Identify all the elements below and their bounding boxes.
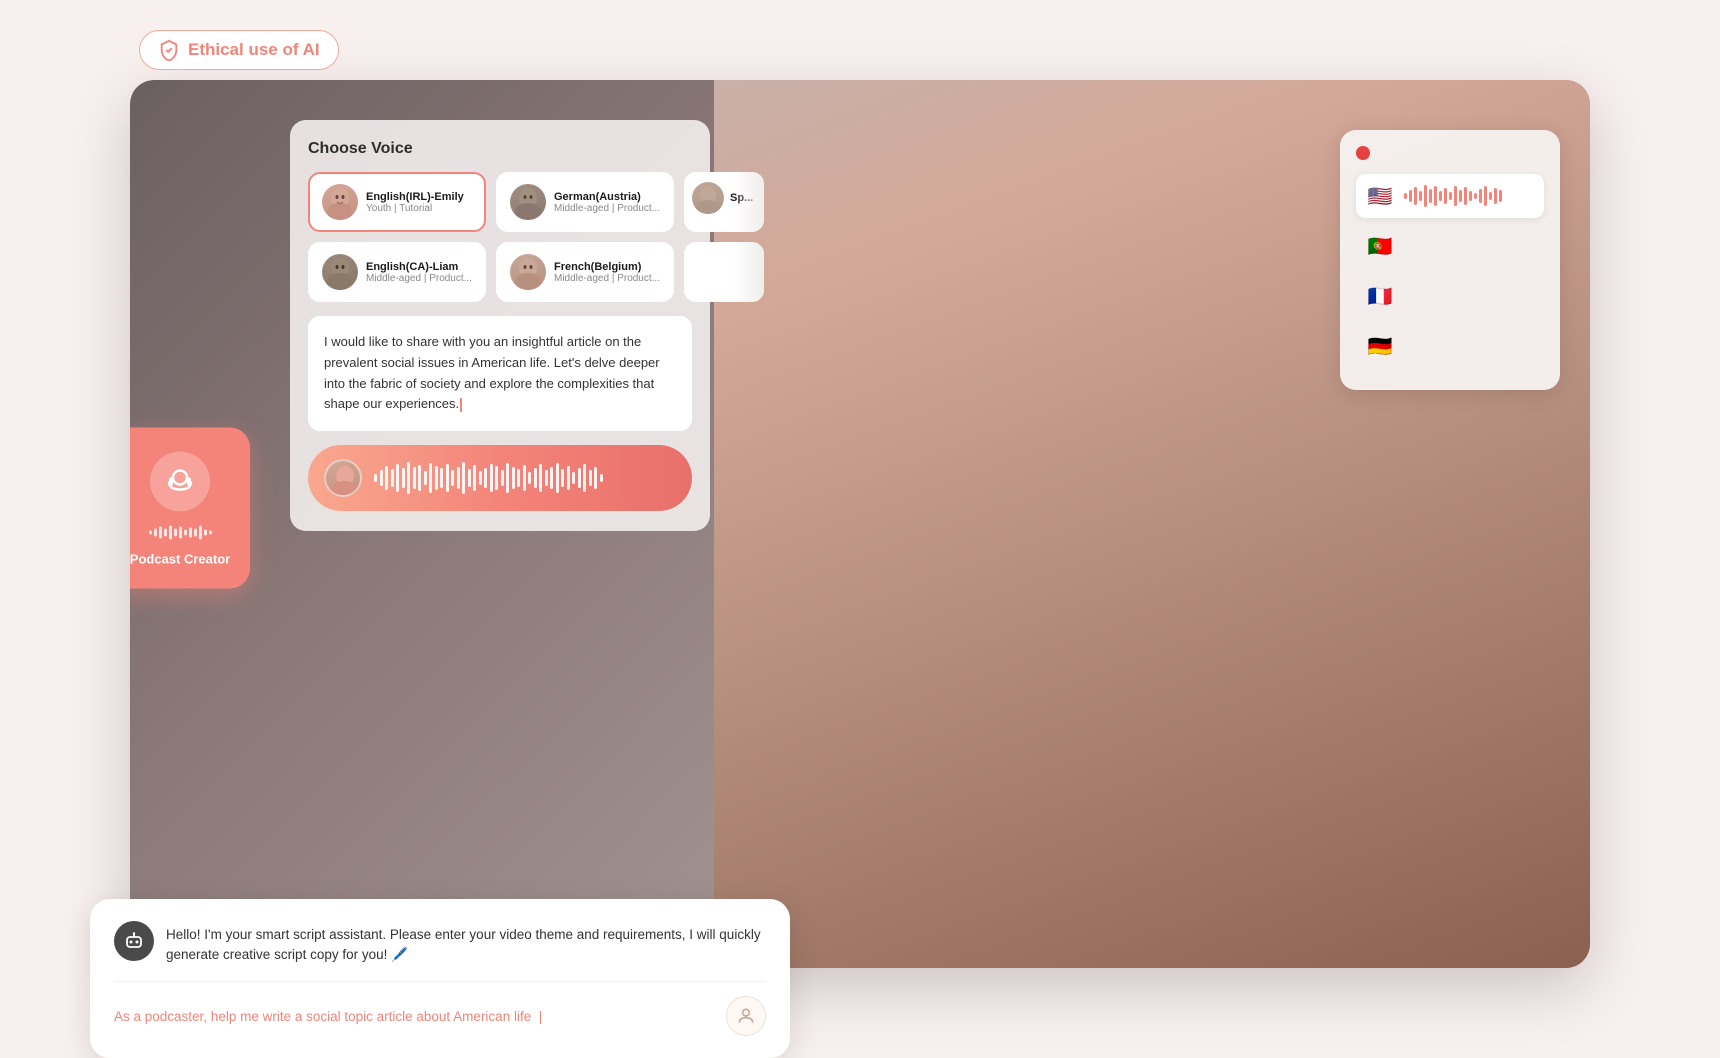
audio-face-svg xyxy=(326,461,362,497)
check-shield-icon xyxy=(158,39,180,61)
main-card: Podcast Creator Choose Voice English(IRL… xyxy=(130,80,1590,968)
voice-card-liam[interactable]: English(CA)-Liam Middle-aged | Product..… xyxy=(308,242,486,302)
assistant-text: Hello! I'm your smart script assistant. … xyxy=(166,921,766,966)
flag-french: 🇫🇷 xyxy=(1366,282,1394,310)
voice-card-partial-2[interactable] xyxy=(684,242,764,302)
send-button[interactable] xyxy=(726,996,766,1036)
robot-icon xyxy=(122,929,146,953)
voice-name-french: French(Belgium) xyxy=(554,261,660,273)
voice-desc-german: Middle-aged | Product... xyxy=(554,203,660,214)
podcast-creator-badge: Podcast Creator xyxy=(130,427,250,588)
podcast-icon-wrapper xyxy=(150,451,210,511)
face-svg-5 xyxy=(510,254,546,290)
lang-waveform-english xyxy=(1404,185,1534,207)
chat-input-field[interactable] xyxy=(114,1009,714,1024)
voice-name-emily: English(IRL)-Emily xyxy=(366,191,472,203)
audio-waveform-bar[interactable] xyxy=(308,445,692,511)
ethical-use-badge: Ethical use of AI xyxy=(139,30,339,70)
language-panel: 🇺🇸 🇵🇹 🇫🇷 🇩🇪 xyxy=(1340,130,1560,390)
audio-waveform-bars xyxy=(374,462,676,494)
lang-item-portuguese[interactable]: 🇵🇹 xyxy=(1356,224,1544,268)
user-icon xyxy=(736,1006,756,1026)
voice-name-partial: Sp... xyxy=(730,192,753,204)
lang-item-english[interactable]: 🇺🇸 xyxy=(1356,174,1544,218)
voice-info-german: German(Austria) Middle-aged | Product... xyxy=(554,191,660,214)
voice-desc-emily: Youth | Tutorial xyxy=(366,203,472,214)
assistant-avatar xyxy=(114,921,154,961)
voice-avatar-french xyxy=(510,254,546,290)
face-svg-4 xyxy=(322,254,358,290)
record-dot xyxy=(1356,146,1370,160)
flag-english: 🇺🇸 xyxy=(1366,182,1394,210)
script-text: I would like to share with you an insigh… xyxy=(324,334,660,411)
lang-item-french[interactable]: 🇫🇷 xyxy=(1356,274,1544,318)
chat-assistant-message: Hello! I'm your smart script assistant. … xyxy=(114,921,766,966)
face-svg-3 xyxy=(692,182,724,214)
chat-panel: Hello! I'm your smart script assistant. … xyxy=(90,899,790,1058)
flag-german: 🇩🇪 xyxy=(1366,332,1394,360)
voice-avatar-liam xyxy=(322,254,358,290)
voice-card-french[interactable]: French(Belgium) Middle-aged | Product... xyxy=(496,242,674,302)
voice-name-liam: English(CA)-Liam xyxy=(366,261,472,273)
voice-info-liam: English(CA)-Liam Middle-aged | Product..… xyxy=(366,261,472,284)
voice-desc-french: Middle-aged | Product... xyxy=(554,273,660,284)
lang-item-german[interactable]: 🇩🇪 xyxy=(1356,324,1544,368)
audio-avatar xyxy=(324,459,362,497)
voice-avatar-emily xyxy=(322,184,358,220)
voice-card-partial[interactable]: Sp... xyxy=(684,172,764,232)
badge-label: Ethical use of AI xyxy=(188,40,320,60)
voice-grid: English(IRL)-Emily Youth | Tutorial Germ… xyxy=(308,172,692,302)
voice-avatar-partial xyxy=(692,182,724,214)
voice-avatar-german xyxy=(510,184,546,220)
voice-card-german[interactable]: German(Austria) Middle-aged | Product... xyxy=(496,172,674,232)
voice-desc-liam: Middle-aged | Product... xyxy=(366,273,472,284)
flag-portuguese: 🇵🇹 xyxy=(1366,232,1394,260)
text-cursor xyxy=(460,398,462,412)
voice-info-emily: English(IRL)-Emily Youth | Tutorial xyxy=(366,191,472,214)
voice-info-french: French(Belgium) Middle-aged | Product... xyxy=(554,261,660,284)
voice-card-emily[interactable]: English(IRL)-Emily Youth | Tutorial xyxy=(308,172,486,232)
headphones-icon xyxy=(162,463,198,499)
face-svg-2 xyxy=(510,184,546,220)
face-svg xyxy=(322,184,358,220)
voice-name-german: German(Austria) xyxy=(554,191,660,203)
script-text-box: I would like to share with you an insigh… xyxy=(308,316,692,431)
voice-panel: Choose Voice English(IRL)-Emily Youth | … xyxy=(290,120,710,531)
podcast-badge-label: Podcast Creator xyxy=(130,551,230,568)
voice-panel-title: Choose Voice xyxy=(308,140,692,158)
podcast-waveform xyxy=(149,525,212,539)
